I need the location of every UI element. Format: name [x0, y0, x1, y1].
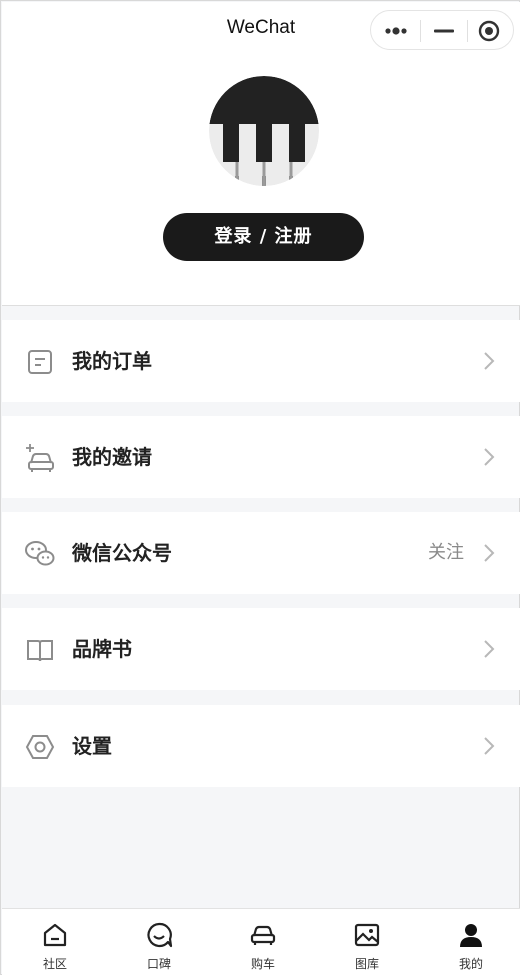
menu-item-label: 我的订单: [72, 349, 152, 373]
minimize-icon[interactable]: [421, 11, 467, 51]
mini-program-capsule: [370, 10, 514, 50]
wechat-icon: [24, 538, 56, 570]
menu-item-invitations[interactable]: 我的邀请: [2, 416, 520, 498]
tab-label: 图库: [354, 957, 379, 971]
order-document-icon: [24, 346, 56, 378]
menu-item-label: 品牌书: [72, 637, 132, 661]
tab-label: 我的: [458, 957, 483, 971]
target-circle-icon[interactable]: [467, 11, 513, 51]
chevron-right-icon: [478, 446, 500, 468]
bottom-tab-bar: 社区 口碑 购车 图库 我的: [2, 908, 520, 975]
follow-label: 关注: [428, 542, 464, 563]
car-sparkle-icon: [24, 442, 56, 474]
chevron-right-icon: [478, 735, 500, 757]
open-book-icon: [24, 634, 56, 666]
menu-item-wechat-account[interactable]: 微信公众号 关注: [2, 512, 520, 594]
tab-label: 社区: [42, 957, 67, 971]
menu-item-brand-book[interactable]: 品牌书: [2, 608, 520, 690]
piano-keys-avatar[interactable]: [209, 76, 319, 186]
profile-header: WeChat 登录 / 注册: [2, 2, 520, 306]
tab-reviews[interactable]: 口碑: [107, 909, 211, 975]
image-icon: [354, 923, 380, 947]
menu-item-label: 我的邀请: [72, 445, 152, 469]
tab-community[interactable]: 社区: [3, 909, 107, 975]
login-register-button[interactable]: 登录 / 注册: [163, 213, 364, 261]
chevron-right-icon: [478, 350, 500, 372]
more-dots-icon[interactable]: [373, 11, 419, 51]
hexagon-settings-icon: [24, 731, 56, 763]
chevron-right-icon: [478, 542, 500, 564]
chevron-right-icon: [478, 638, 500, 660]
tab-label: 购车: [250, 957, 275, 971]
tab-gallery[interactable]: 图库: [315, 909, 419, 975]
menu-item-label: 微信公众号: [72, 541, 172, 565]
person-icon: [460, 924, 482, 947]
tab-label: 口碑: [146, 957, 171, 971]
home-icon: [43, 923, 67, 947]
car-icon: [250, 925, 276, 945]
chat-bubble-icon: [147, 922, 173, 948]
app-frame: WeChat 登录 / 注册 我的订单 我的邀请 微信公众号 关注 品牌书 设置…: [0, 0, 520, 975]
menu-item-orders[interactable]: 我的订单: [2, 320, 520, 402]
menu-item-label: 设置: [72, 734, 112, 758]
menu-item-settings[interactable]: 设置: [2, 705, 520, 787]
tab-buy-car[interactable]: 购车: [211, 909, 315, 975]
tab-mine[interactable]: 我的: [419, 909, 520, 975]
